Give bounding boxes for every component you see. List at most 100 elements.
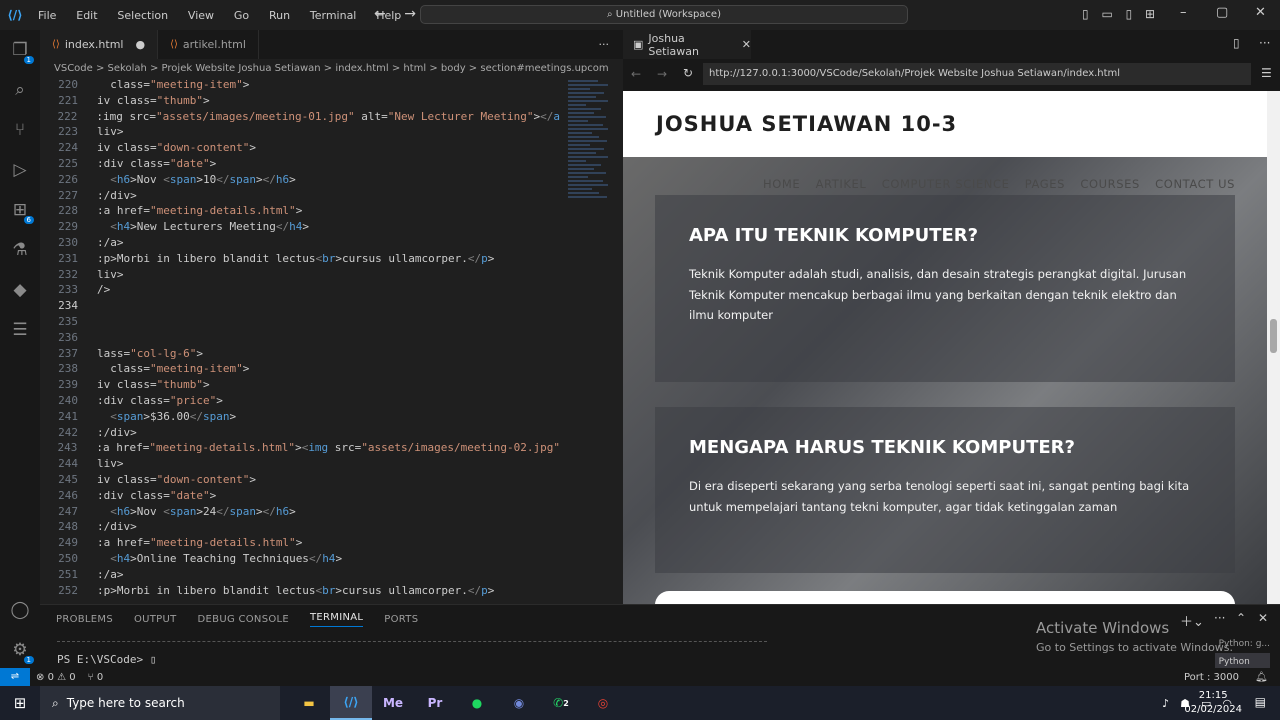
source-control-icon[interactable]: ⑂ <box>0 110 40 150</box>
more-actions-icon[interactable]: ··· <box>599 38 624 51</box>
taskbar-clock[interactable]: 21:15 02/02/2024 <box>1184 689 1242 717</box>
forward-arrow-icon[interactable]: → <box>404 6 416 22</box>
tab-output[interactable]: OUTPUT <box>134 614 177 625</box>
whatsapp-icon[interactable]: ✆ 2 <box>540 686 582 720</box>
scroll-thumb[interactable] <box>1270 319 1277 353</box>
manage-gear-icon[interactable]: ⚙ 1 <box>0 630 40 670</box>
code-line[interactable]: 247 <h6>Nov <span>24</span></h6> <box>40 505 560 521</box>
code-line[interactable]: 222:img src="assets/images/meeting-01.jp… <box>40 110 561 126</box>
menu-icon[interactable]: ☰ <box>1261 66 1272 80</box>
menu-view[interactable]: View <box>188 9 214 22</box>
errors-status[interactable]: ⊗ 0 ⚠ 0 <box>36 672 76 683</box>
remote-indicator-icon[interactable]: ⇌ <box>0 668 30 686</box>
minimap[interactable] <box>568 78 613 604</box>
new-terminal-icon[interactable]: ＋⌄ <box>1180 611 1204 630</box>
code-line[interactable]: 228:a href="meeting-details.html"> <box>40 204 560 220</box>
code-line[interactable]: 221 iv class="thumb"> <box>40 94 560 110</box>
code-line[interactable]: 230:/a> <box>40 236 560 252</box>
code-line[interactable]: 236 <box>40 331 560 347</box>
reload-icon[interactable]: ↻ <box>683 66 693 80</box>
outline-icon[interactable]: ☰ <box>0 310 40 350</box>
file-explorer-icon[interactable]: ▬ <box>288 686 330 720</box>
tab-browser-preview[interactable]: ▣ Joshua Setiawan ✕ <box>623 30 751 59</box>
nav-pages[interactable]: PAGES <box>1025 177 1065 191</box>
windows-start-icon[interactable]: ⊞ <box>0 694 40 712</box>
code-line[interactable]: 224 iv class="down-content"> <box>40 141 560 157</box>
menu-run[interactable]: Run <box>269 9 290 22</box>
code-line[interactable]: 245 iv class="down-content"> <box>40 473 560 489</box>
close-panel-icon[interactable]: ✕ <box>1258 611 1268 625</box>
taskbar-search[interactable]: ⌕ Type here to search <box>40 686 280 720</box>
command-center[interactable]: ⌕ Untitled (Workspace) <box>420 5 908 24</box>
code-line[interactable]: 232 liv> <box>40 268 560 284</box>
toggle-panel-icon[interactable]: ▭ <box>1101 7 1112 21</box>
spotify-icon[interactable]: ● <box>456 686 498 720</box>
tab-artikel-html[interactable]: ⟨⟩ artikel.html <box>158 30 259 59</box>
nav-home[interactable]: HOME <box>763 177 800 191</box>
code-line[interactable]: 231:p>Morbi in libero blandit lectus<br>… <box>40 252 560 268</box>
split-editor-icon[interactable]: ▯ <box>1233 36 1240 50</box>
terminal-item[interactable]: Python: g... <box>1215 635 1270 653</box>
ports-status[interactable]: ⑂ 0 <box>88 672 104 683</box>
code-line[interactable]: 227:/div> <box>40 189 560 205</box>
customize-layout-icon[interactable]: ⊞ <box>1145 7 1155 21</box>
terminal-output[interactable]: PS E:\VSCode> ▯ <box>57 653 156 666</box>
notification-center-icon[interactable]: ▤ <box>1255 695 1266 709</box>
chrome-icon[interactable]: ◎ <box>582 686 624 720</box>
menu-file[interactable]: File <box>38 9 56 22</box>
explorer-icon[interactable]: ❐ 1 <box>0 30 40 70</box>
code-line[interactable]: 240:div class="price"> <box>40 394 560 410</box>
nav-computer-science[interactable]: COMPUTER SCIENCE <box>882 177 1010 191</box>
code-line[interactable]: 229 <h4>New Lecturers Meeting</h4> <box>40 220 560 236</box>
tab-debug-console[interactable]: DEBUG CONSOLE <box>198 614 289 625</box>
more-actions-icon[interactable]: ··· <box>1259 36 1270 50</box>
accounts-icon[interactable]: ◯ <box>0 590 40 630</box>
more-actions-icon[interactable]: ··· <box>1214 611 1225 625</box>
code-line[interactable]: 241 <span>$36.00</span> <box>40 410 560 426</box>
code-line[interactable]: 250 <h4>Online Teaching Techniques</h4> <box>40 552 560 568</box>
toggle-secondary-sidebar-icon[interactable]: ▯ <box>1126 7 1133 21</box>
nav-contact-us[interactable]: CONTACT US <box>1155 177 1235 191</box>
extensions-icon[interactable]: ⊞ 6 <box>0 190 40 230</box>
url-input[interactable]: http://127.0.0.1:3000/VSCode/Sekolah/Pro… <box>703 63 1251 85</box>
code-line[interactable]: 248:/div> <box>40 520 560 536</box>
code-line[interactable]: 223 liv> <box>40 125 560 141</box>
code-line[interactable]: 252:p>Morbi in libero blandit lectus<br>… <box>40 584 560 600</box>
close-window-icon[interactable]: ✕ <box>1255 5 1266 20</box>
code-line[interactable]: 233 /> <box>40 283 560 299</box>
search-icon[interactable]: ⌕ <box>0 70 40 110</box>
forward-arrow-icon[interactable]: → <box>657 67 667 81</box>
nav-artikel[interactable]: ARTIKEL <box>816 177 867 191</box>
breadcrumb[interactable]: VSCode > Sekolah > Projek Website Joshua… <box>40 59 623 79</box>
code-area[interactable]: 220 class="meeting-item"> 221 iv class="th… <box>40 78 561 600</box>
code-line[interactable]: 243:a href="meeting-details.html"><img s… <box>40 441 561 457</box>
tab-problems[interactable]: PROBLEMS <box>56 614 113 625</box>
menu-go[interactable]: Go <box>234 9 249 22</box>
browser-scrollbar[interactable] <box>1267 91 1280 604</box>
code-line[interactable]: 226 <h6>Nov <span>10</span></h6> <box>40 173 560 189</box>
code-line[interactable]: 220 class="meeting-item"> <box>40 78 560 94</box>
minimize-icon[interactable]: – <box>1180 5 1187 20</box>
tab-terminal[interactable]: TERMINAL <box>310 612 364 627</box>
premiere-pro-icon[interactable]: Pr <box>414 686 456 720</box>
code-line[interactable]: 237 lass="col-lg-6"> <box>40 347 560 363</box>
volume-icon[interactable]: ♪ <box>1162 697 1169 710</box>
code-line[interactable]: 239 iv class="thumb"> <box>40 378 560 394</box>
maximize-icon[interactable]: ▢ <box>1216 5 1228 20</box>
code-line[interactable]: 234 <box>40 299 560 315</box>
code-line[interactable]: 235 <box>40 315 560 331</box>
notifications-bell-icon[interactable]: 🔔︎ <box>1255 672 1268 683</box>
nav-courses[interactable]: COURSES <box>1080 177 1140 191</box>
menu-selection[interactable]: Selection <box>117 9 168 22</box>
code-line[interactable]: 225:div class="date"> <box>40 157 560 173</box>
code-line[interactable]: 242:/div> <box>40 426 560 442</box>
code-line[interactable]: 246:div class="date"> <box>40 489 560 505</box>
testing-icon[interactable]: ⚗ <box>0 230 40 270</box>
maximize-panel-icon[interactable]: ⌃ <box>1236 611 1246 625</box>
live-server-port[interactable]: Port : 3000 <box>1184 672 1239 683</box>
discord-icon[interactable]: ◉ <box>498 686 540 720</box>
toggle-sidebar-icon[interactable]: ▯ <box>1082 7 1089 21</box>
code-line[interactable]: 244 liv> <box>40 457 560 473</box>
tab-ports[interactable]: PORTS <box>384 614 418 625</box>
back-arrow-icon[interactable]: ← <box>374 6 386 22</box>
